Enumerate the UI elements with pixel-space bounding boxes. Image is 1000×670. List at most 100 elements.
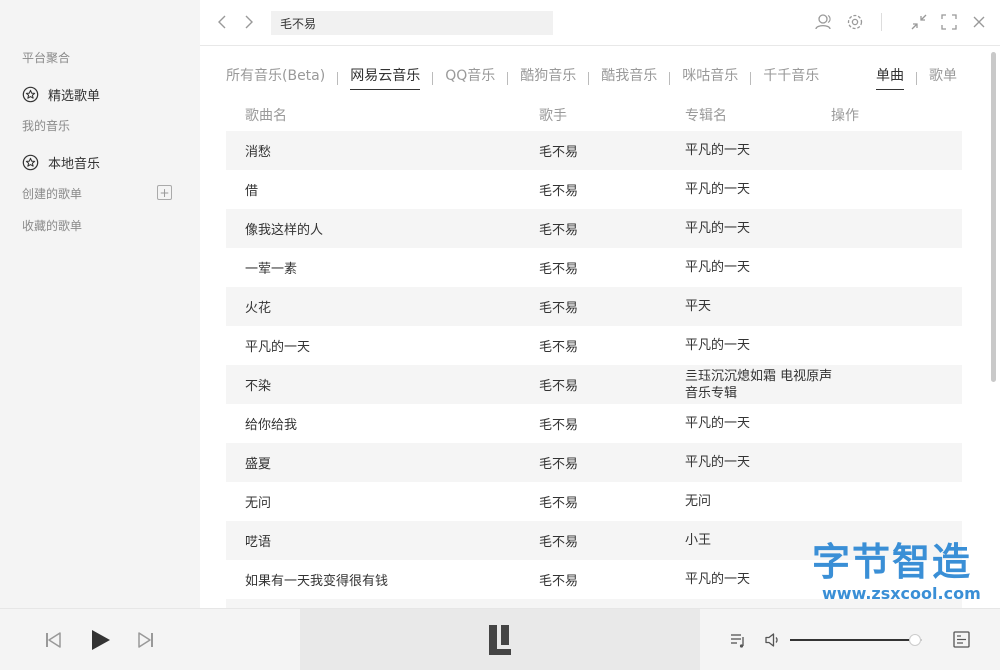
sidebar-section-platform: 平台聚合 [22,51,71,65]
song-album: 平凡的一天 [685,260,751,275]
volume-slider[interactable] [790,634,922,646]
song-artist: 毛不易 [539,301,579,316]
now-playing-area[interactable] [300,609,700,670]
tab-separator [750,71,752,85]
song-name: 呓语 [245,535,272,550]
sidebar-item-featured[interactable]: 精选歌单 [22,83,100,105]
song-album: 平凡的一天 [685,338,751,353]
volume-icon[interactable] [764,631,782,649]
app-logo-icon [489,625,511,655]
song-name: 不染 [245,379,272,394]
skip-next-icon[interactable] [137,631,155,649]
table-row[interactable]: 给你给我 毛不易 平凡的一天 [226,404,962,443]
tab-kuwo[interactable]: 酷我音乐 [601,66,657,90]
play-icon[interactable] [88,628,112,652]
player-bar [0,608,1000,670]
table-row[interactable]: 火花 毛不易 平天 [226,287,962,326]
sidebar-section-my-music: 我的音乐 [22,119,71,133]
tab-separator [669,71,671,85]
source-tabs: 所有音乐(Beta) 网易云音乐 QQ音乐 酷狗音乐 酷我音乐 咪咕音乐 千千音… [226,66,819,90]
tab-playlist[interactable]: 歌单 [929,66,957,90]
topbar [200,0,1000,46]
column-header-album: 专辑名 [685,108,727,124]
song-table: 消愁 毛不易 平凡的一天 借 毛不易 平凡的一天 像我这样的人 毛不易 平凡的一… [226,131,962,599]
add-playlist-icon[interactable]: + [157,185,172,200]
tab-kugou[interactable]: 酷狗音乐 [520,66,576,90]
song-artist: 毛不易 [539,184,579,199]
search-input[interactable] [271,11,553,35]
song-name: 如果有一天我变得很有钱 [245,574,389,589]
table-row[interactable]: 借 毛不易 平凡的一天 [226,170,962,209]
scrollbar[interactable] [991,52,996,382]
song-album: 平凡的一天 [685,182,751,197]
table-row[interactable]: 消愁 毛不易 平凡的一天 [226,131,962,170]
song-name: 给你给我 [245,418,298,433]
song-album: 亖珏沉沉熄如霜 电视原声音乐专辑 [685,368,833,401]
tab-separator [432,71,434,85]
volume-handle[interactable] [909,634,922,646]
close-icon[interactable] [969,12,989,32]
user-icon[interactable] [814,12,834,32]
song-name: 火花 [245,301,272,316]
song-album: 无问 [685,494,712,509]
column-header-name: 歌曲名 [245,108,287,124]
song-album: 平凡的一天 [685,221,751,236]
star-icon [22,86,39,102]
song-name: 平凡的一天 [245,340,311,355]
sidebar-section-created: 创建的歌单 [22,187,83,201]
song-album: 平凡的一天 [685,416,751,431]
type-tabs: 单曲 歌单 [876,66,957,90]
star-icon [22,154,39,170]
song-artist: 毛不易 [539,379,579,394]
table-row[interactable]: 无问 毛不易 无问 [226,482,962,521]
table-row[interactable]: 像我这样的人 毛不易 平凡的一天 [226,209,962,248]
song-album: 平天 [685,299,712,314]
song-table-header: 歌曲名 歌手 专辑名 操作 [226,102,962,126]
sidebar-section-collected: 收藏的歌单 [22,219,83,233]
table-row[interactable]: 不染 毛不易 亖珏沉沉熄如霜 电视原声音乐专辑 [226,365,962,404]
chevron-left-icon[interactable] [214,12,230,32]
song-artist: 毛不易 [539,223,579,238]
chevron-right-icon[interactable] [241,12,257,32]
tab-migu[interactable]: 咪咕音乐 [682,66,738,90]
song-name: 消愁 [245,145,272,160]
tab-all-music[interactable]: 所有音乐(Beta) [226,66,325,90]
compress-icon[interactable] [909,12,929,32]
sidebar: 平台聚合 精选歌单 我的音乐 本地音乐 创建的歌单 + 收藏的歌单 [0,0,200,608]
song-artist: 毛不易 [539,574,579,589]
song-artist: 毛不易 [539,418,579,433]
table-row[interactable]: 平凡的一天 毛不易 平凡的一天 [226,326,962,365]
expand-icon[interactable] [939,12,959,32]
gear-icon[interactable] [845,12,865,32]
song-album: 平凡的一天 [685,143,751,158]
table-row[interactable]: 一荤一素 毛不易 平凡的一天 [226,248,962,287]
tab-separator [916,71,917,85]
lyrics-icon[interactable] [952,630,971,649]
tab-qq[interactable]: QQ音乐 [445,66,495,90]
tab-separator [588,71,590,85]
divider [881,13,882,31]
song-name: 一荤一素 [245,262,298,277]
song-artist: 毛不易 [539,535,579,550]
watermark-title: 字节智造 [812,540,973,584]
playlist-icon[interactable] [729,631,747,649]
watermark-url: www.zsxcool.com [822,584,981,603]
player-controls [0,609,300,670]
column-header-artist: 歌手 [539,108,567,124]
tab-single[interactable]: 单曲 [876,66,904,90]
sidebar-item-label: 精选歌单 [48,88,101,104]
song-artist: 毛不易 [539,340,579,355]
song-artist: 毛不易 [539,145,579,160]
song-name: 无问 [245,496,272,511]
song-album: 平凡的一天 [685,455,751,470]
song-name: 盛夏 [245,457,272,472]
tab-qianqian[interactable]: 千千音乐 [763,66,819,90]
skip-previous-icon[interactable] [44,631,62,649]
tab-netease[interactable]: 网易云音乐 [350,66,421,90]
song-artist: 毛不易 [539,457,579,472]
watermark: 字节智造 www.zsxcool.com [812,540,992,610]
table-row[interactable]: 盛夏 毛不易 平凡的一天 [226,443,962,482]
song-artist: 毛不易 [539,262,579,277]
song-artist: 毛不易 [539,496,579,511]
sidebar-item-local-music[interactable]: 本地音乐 [22,151,100,173]
